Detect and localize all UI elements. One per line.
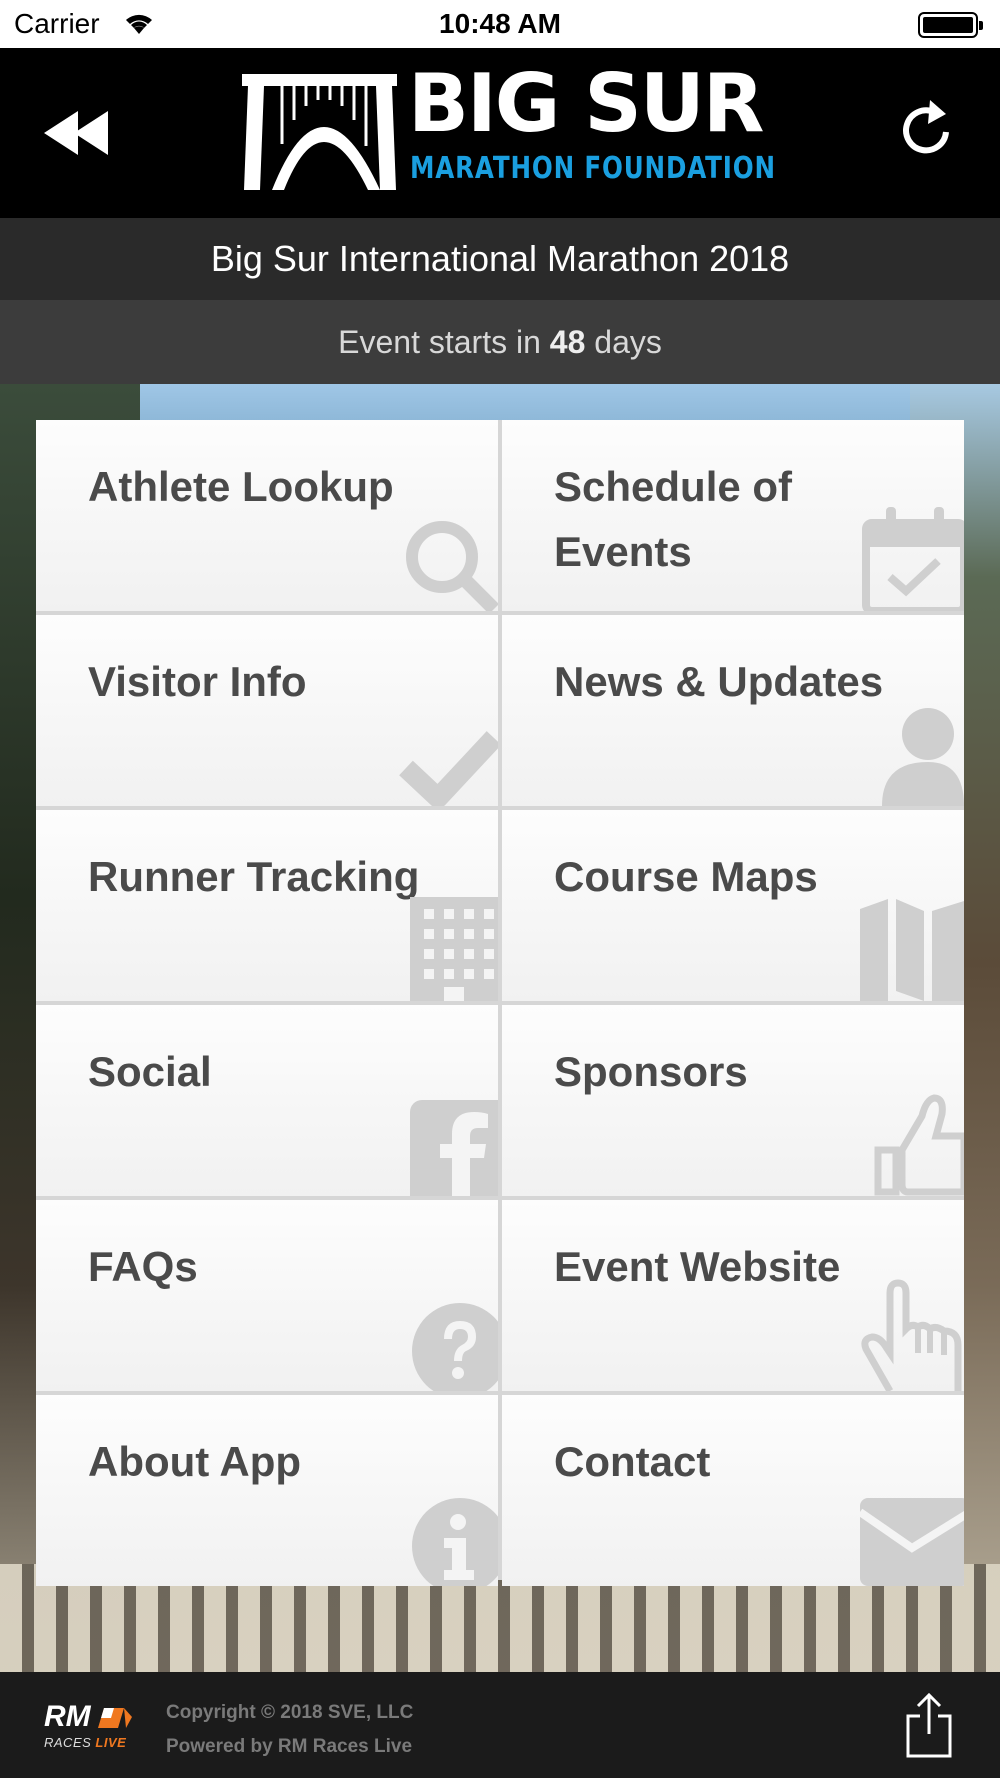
tile-label: About App bbox=[88, 1438, 302, 1485]
search-icon bbox=[398, 511, 498, 611]
menu-tile-about-app[interactable]: About App bbox=[36, 1395, 498, 1586]
menu-tile-event-website[interactable]: Event Website bbox=[502, 1200, 964, 1391]
menu-tile-course-maps[interactable]: Course Maps bbox=[502, 810, 964, 1001]
tile-label: FAQs bbox=[88, 1243, 198, 1290]
footer-credits: Copyright © 2018 SVE, LLC Powered by RM … bbox=[166, 1696, 413, 1764]
menu-tile-news-updates[interactable]: News & Updates bbox=[502, 615, 964, 806]
rm-races-live-logo[interactable]: RM RACES LIVE bbox=[44, 1702, 144, 1752]
menu-tile-visitor-info[interactable]: Visitor Info bbox=[36, 615, 498, 806]
checkmark-icon bbox=[398, 720, 498, 806]
logo-subtitle: MARATHON FOUNDATION bbox=[410, 151, 776, 186]
menu-tile-runner-tracking[interactable]: Runner Tracking bbox=[36, 810, 498, 1001]
menu-tile-faqs[interactable]: FAQs bbox=[36, 1200, 498, 1391]
app-header: BIG SUR MARATHON FOUNDATION bbox=[0, 48, 1000, 218]
refresh-icon[interactable] bbox=[896, 98, 960, 162]
logo-title: BIG SUR bbox=[408, 57, 764, 150]
checkered-flag-icon bbox=[98, 1708, 132, 1728]
main-menu-grid: Athlete Lookup Schedule of Events Visito… bbox=[36, 420, 964, 1586]
rewind-back-icon[interactable] bbox=[40, 103, 116, 163]
tile-label: Social bbox=[88, 1048, 212, 1095]
event-countdown: Event starts in 48 days bbox=[0, 300, 1000, 384]
bridge-logo-icon bbox=[242, 74, 397, 190]
menu-tile-sponsors[interactable]: Sponsors bbox=[502, 1005, 964, 1196]
info-icon bbox=[410, 1496, 498, 1586]
event-title: Big Sur International Marathon 2018 bbox=[0, 218, 1000, 300]
rm-brand-sub: RACES LIVE bbox=[44, 1735, 127, 1750]
calendar-check-icon bbox=[860, 503, 964, 611]
menu-tile-social[interactable]: Social bbox=[36, 1005, 498, 1196]
countdown-prefix: Event starts in bbox=[338, 324, 541, 360]
status-bar: Carrier 10:48 AM bbox=[0, 0, 1000, 48]
map-icon bbox=[860, 897, 964, 1001]
big-sur-logo: BIG SUR MARATHON FOUNDATION bbox=[242, 64, 775, 200]
copyright-text: Copyright © 2018 SVE, LLC bbox=[166, 1702, 414, 1723]
powered-by-text: Powered by RM Races Live bbox=[166, 1736, 413, 1757]
clock-time: 10:48 AM bbox=[439, 8, 561, 39]
rm-brand: RM bbox=[44, 1700, 91, 1733]
countdown-days: 48 bbox=[549, 324, 586, 360]
person-icon bbox=[882, 706, 964, 806]
tile-label: Visitor Info bbox=[88, 658, 307, 705]
menu-tile-contact[interactable]: Contact bbox=[502, 1395, 964, 1586]
building-icon bbox=[410, 897, 498, 1001]
facebook-icon bbox=[410, 1100, 498, 1196]
battery-icon bbox=[918, 12, 983, 38]
countdown-suffix: days bbox=[594, 324, 662, 360]
tile-label: News & Updates bbox=[554, 658, 884, 705]
thumbs-up-icon bbox=[872, 1092, 964, 1196]
menu-tile-schedule-of-events[interactable]: Schedule of Events bbox=[502, 420, 964, 611]
app-footer: RM RACES LIVE Copyright © 2018 SVE, LLC … bbox=[0, 1672, 1000, 1778]
tile-label: Athlete Lookup bbox=[88, 463, 394, 510]
pointer-hand-icon bbox=[860, 1279, 964, 1391]
question-icon bbox=[410, 1301, 498, 1391]
share-icon[interactable] bbox=[904, 1692, 954, 1758]
menu-tile-athlete-lookup[interactable]: Athlete Lookup bbox=[36, 420, 498, 611]
tile-label: Contact bbox=[554, 1438, 711, 1485]
envelope-icon bbox=[860, 1498, 964, 1586]
